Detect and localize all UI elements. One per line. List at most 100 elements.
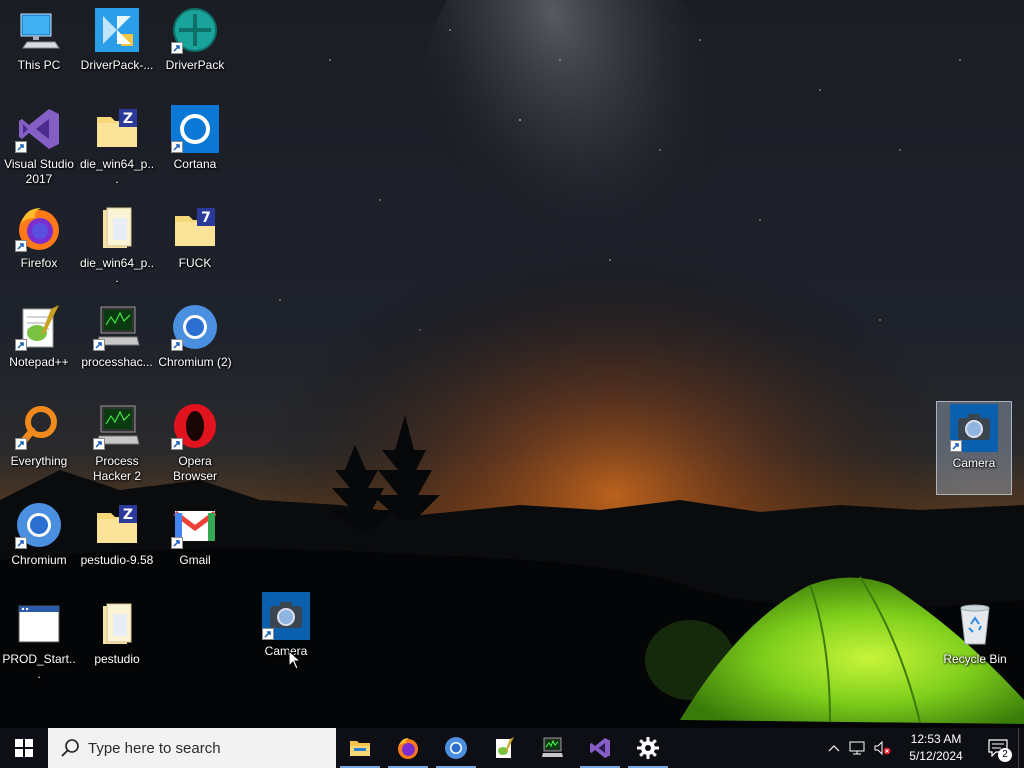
taskbar-search-box[interactable]: Type here to search [48,728,336,768]
camera-icon [262,592,310,640]
desktop-icon-label: pestudio [94,652,140,666]
desktop-icon-prod-start[interactable]: PROD_Start... [1,598,77,692]
show-desktop-button[interactable] [1018,728,1024,768]
taskbar-app-file-explorer[interactable] [336,728,384,768]
processhacker-icon [542,737,563,757]
taskbar-clock[interactable]: 12:53 AM 5/12/2024 [894,731,978,765]
visual-studio-icon [15,105,63,153]
desktop-icon-recycle-bin[interactable]: Recycle Bin [937,598,1013,692]
zip-folder-icon: Z [93,501,141,549]
desktop-icon-7zip-folder[interactable]: 7 FUCK [157,202,233,296]
shortcut-arrow-icon [171,537,183,549]
folder-icon [93,600,141,648]
chromium-icon [445,737,467,759]
shortcut-arrow-icon [15,537,27,549]
desktop-icon-label: Process Hacker 2 [92,454,142,483]
chromium-icon [15,501,63,549]
shortcut-arrow-icon [93,438,105,450]
system-tray: 12:53 AM 5/12/2024 2 [822,728,1024,768]
chromium-icon [171,303,219,351]
svg-text:Z: Z [123,111,133,127]
taskbar-app-firefox[interactable] [384,728,432,768]
cortana-icon [171,105,219,153]
network-icon [849,741,865,755]
notification-count-badge: 2 [998,748,1012,762]
visual-studio-icon [590,738,610,758]
desktop-icon-cortana[interactable]: Cortana [157,103,233,197]
firefox-icon [15,204,63,252]
shortcut-arrow-icon [171,141,183,153]
desktop-icon-camera-selected[interactable]: Camera [936,401,1012,495]
shortcut-arrow-icon [15,240,27,252]
clock-time: 12:53 AM [910,732,962,746]
firefox-icon [398,738,418,759]
file-explorer-icon [350,741,370,756]
shortcut-arrow-icon [950,440,962,452]
notepadpp-icon [15,303,63,351]
desktop-icon-driverpack-installer[interactable]: DriverPack-... [79,4,155,98]
processhacker-icon [93,303,141,351]
desktop-icon-gmail[interactable]: Gmail [157,499,233,593]
taskbar-app-chromium[interactable] [432,728,480,768]
desktop-icon-label: FUCK [178,256,212,270]
mouse-cursor-icon [288,650,302,670]
this-pc-icon [15,6,63,54]
settings-gear-icon [637,737,659,759]
desktop-icon-folder[interactable]: die_win64_p... [79,202,155,296]
desktop-icon-label: Gmail [179,553,211,567]
taskbar-app-processhacker[interactable] [528,728,576,768]
desktop-icon-label: Recycle Bin [943,652,1007,666]
processhacker2-icon [93,402,141,450]
chevron-up-icon [828,745,840,752]
shortcut-arrow-icon [171,42,183,54]
desktop-icon-visual-studio[interactable]: Visual Studio 2017 [1,103,77,197]
gmail-icon [171,501,219,549]
desktop-icon-chromium-2[interactable]: Chromium (2) [157,301,233,395]
network-status-button[interactable] [846,728,870,768]
desktop-icon-everything[interactable]: Everything [1,400,77,494]
desktop-icon-label: DriverPack [165,58,225,72]
desktop-icon-label: This PC [17,58,61,72]
desktop-icon-label: Camera [952,456,996,470]
desktop-icon-this-pc[interactable]: This PC [1,4,77,98]
desktop-icon-label: Chromium (2) [158,355,232,369]
desktop-icon-notepadpp[interactable]: Notepad++ [1,301,77,395]
desktop-icon-driverpack[interactable]: DriverPack [157,4,233,98]
windows-logo-icon [15,739,33,757]
folder-icon [93,204,141,252]
taskbar-app-settings[interactable] [624,728,672,768]
7zip-folder-icon: 7 [171,204,219,252]
desktop-icon-zip-folder[interactable]: Z die_win64_p... [79,103,155,197]
volume-button[interactable] [870,728,894,768]
desktop-icon-label: Everything [10,454,68,468]
taskbar: Type here to search 12:53 AM 5/12/2024 2 [0,728,1024,768]
desktop-icon-label: Cortana [173,157,217,171]
zip-folder-icon: Z [93,105,141,153]
desktop-icon-label: die_win64_p... [79,157,155,186]
desktop-icon-chromium[interactable]: Chromium [1,499,77,593]
clock-date: 5/12/2024 [909,749,963,763]
recycle-bin-icon [951,600,999,648]
taskbar-app-notepadpp[interactable] [480,728,528,768]
desktop-icon-process-hacker-2[interactable]: Process Hacker 2 [79,400,155,494]
action-center-button[interactable]: 2 [978,728,1018,768]
taskbar-app-visual-studio[interactable] [576,728,624,768]
svg-text:7: 7 [201,210,211,226]
shortcut-arrow-icon [93,339,105,351]
shortcut-arrow-icon [15,438,27,450]
desktop-icon-pestudio-folder[interactable]: pestudio [79,598,155,692]
shortcut-arrow-icon [262,628,274,640]
driverpack-icon [171,6,219,54]
desktop-icon-label: Chromium [11,553,67,567]
show-hidden-icons-button[interactable] [822,728,846,768]
desktop-icon-processhacker[interactable]: processhac... [79,301,155,395]
search-placeholder: Type here to search [88,739,221,757]
desktop-icon-label: pestudio-9.58 [80,553,154,567]
desktop-icon-pestudio-zip[interactable]: Z pestudio-9.58 [79,499,155,593]
everything-icon [15,402,63,450]
desktop-icon-opera[interactable]: Opera Browser [157,400,233,494]
desktop-icon-camera-dragged[interactable]: Camera [248,590,324,684]
desktop-icon-firefox[interactable]: Firefox [1,202,77,296]
driverpack-installer-icon [93,6,141,54]
start-button[interactable] [0,728,48,768]
